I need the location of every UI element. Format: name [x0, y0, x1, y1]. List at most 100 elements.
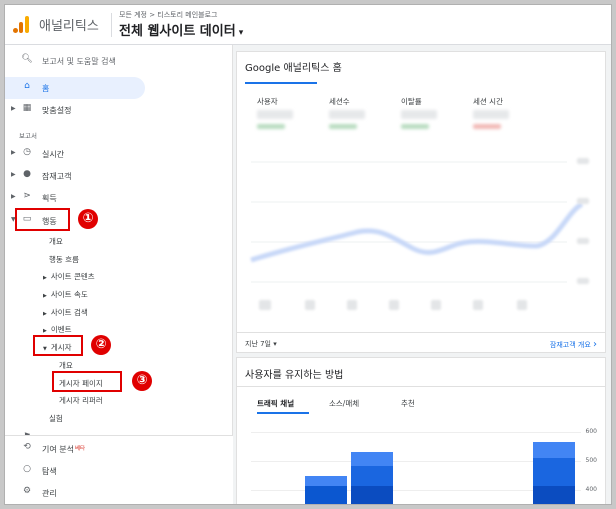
date-range-label: 지난 7일 — [245, 340, 271, 348]
reports-section-label: 보고서 — [19, 132, 37, 140]
home-label: 홈 — [42, 84, 50, 93]
attribution-text: 기여 분석 — [42, 445, 74, 454]
main-content: Google 애널리틱스 홈 사용자 세션수 이탈률 세션 시간 지난 7일 ▾… — [233, 45, 611, 504]
sidebar-subitem-site-speed[interactable]: ▶ 사이트 속도 — [43, 289, 88, 300]
retention-card-title: 사용자를 유지하는 방법 — [245, 370, 344, 381]
events-label: 이벤트 — [50, 325, 72, 334]
sidebar-subitem-site-search[interactable]: ▶ 사이트 검색 — [43, 307, 88, 318]
sidebar-subitem-experiments[interactable]: 실험 — [49, 413, 63, 424]
expand-arrow-icon: ▶ — [43, 293, 47, 299]
expand-arrow-icon: ▶ — [43, 328, 47, 334]
sidebar-subitem-behavior-flow[interactable]: 행동 흐름 — [49, 254, 79, 265]
blurred-change — [473, 124, 501, 129]
sidebar-item-attribution[interactable]: ⟲ 기여 분석베타 — [5, 439, 233, 459]
blurred-change — [257, 124, 285, 129]
sidebar-item-admin[interactable]: ⚙ 관리 — [5, 483, 233, 503]
sidebar-item-realtime[interactable]: ▶ ◷ 실시간 — [5, 144, 233, 164]
home-card: Google 애널리틱스 홈 사용자 세션수 이탈률 세션 시간 지난 7일 ▾… — [236, 51, 606, 353]
gridline — [251, 461, 581, 462]
blurred-change — [329, 124, 357, 129]
sidebar-subitem-site-content[interactable]: ▶ 사이트 콘텐츠 — [43, 271, 95, 282]
sidebar-item-acquisition[interactable]: ▶ ⋗ 획득 — [5, 188, 233, 208]
chevron-down-icon: ▾ — [273, 340, 277, 348]
metric-sessions[interactable]: 세션수 — [329, 96, 350, 107]
sidebar-item-audience[interactable]: ▶ ● 잠재고객 — [5, 166, 233, 186]
property-name: 전체 웹사이트 데이터 — [119, 24, 236, 39]
annotation-box-publisher-pages — [52, 371, 122, 392]
home-icon: ⌂ — [24, 81, 30, 91]
admin-label: 관리 — [42, 489, 57, 498]
sidebar: 🔍︎ 보고서 및 도움말 검색 ⌂ 홈 ▶ ▦ 맞춤설정 보고서 ▶ ◷ 실시간… — [5, 45, 233, 504]
attribution-icon: ⟲ — [23, 442, 31, 452]
sidebar-subitem-events[interactable]: ▶ 이벤트 — [43, 324, 72, 335]
customization-label: 맞춤설정 — [42, 106, 72, 115]
sidebar-item-customization[interactable]: ▶ ▦ 맞춤설정 — [5, 100, 233, 120]
blurred-value — [401, 110, 437, 119]
acquisition-icon: ⋗ — [23, 191, 31, 201]
top-header: 애널리틱스 모든 계정 > 티스토리 메인블로그 전체 웹사이트 데이터 ▾ — [5, 5, 611, 45]
retention-card: 사용자를 유지하는 방법 트래픽 채널 소스/매체 추천 600 500 400 — [236, 357, 606, 504]
y-tick-label: 500 — [585, 457, 597, 464]
bar-segment[interactable] — [351, 486, 393, 504]
sidebar-item-home[interactable]: ⌂ 홈 — [5, 78, 233, 98]
expand-arrow-icon[interactable]: ▶ — [11, 149, 16, 156]
expand-arrow-icon[interactable]: ▶ — [11, 171, 16, 178]
realtime-label: 실시간 — [42, 150, 65, 159]
bar-segment[interactable] — [305, 476, 347, 486]
site-speed-label: 사이트 속도 — [50, 290, 88, 299]
tab-source-medium[interactable]: 소스/매체 — [329, 398, 359, 409]
chevron-right-icon: › — [593, 339, 597, 350]
bar-segment[interactable] — [351, 452, 393, 466]
home-card-underline — [245, 82, 317, 84]
audience-label: 잠재고객 — [42, 172, 72, 181]
y-tick-label: 600 — [585, 428, 597, 435]
metric-users[interactable]: 사용자 — [257, 96, 278, 107]
metric-bounce-rate[interactable]: 이탈률 — [401, 96, 422, 107]
sidebar-subitem-publisher-overview[interactable]: 개요 — [59, 360, 73, 371]
home-card-title: Google 애널리틱스 홈 — [245, 63, 342, 74]
y-tick-label: 400 — [585, 486, 597, 493]
site-content-label: 사이트 콘텐츠 — [50, 272, 95, 281]
blurred-change — [401, 124, 429, 129]
audience-overview-link[interactable]: 잠재고객 개요 › — [550, 339, 597, 350]
analytics-logo-icon[interactable] — [13, 15, 31, 33]
site-search-label: 사이트 검색 — [50, 308, 88, 317]
annotation-number-3: ③ — [132, 371, 152, 391]
bar-segment[interactable] — [533, 442, 575, 458]
annotation-number-1: ① — [78, 209, 98, 229]
annotation-box-publisher — [33, 335, 83, 356]
account-breadcrumb[interactable]: 모든 계정 > 티스토리 메인블로그 — [119, 10, 218, 20]
retention-divider — [237, 386, 605, 387]
sidebar-search[interactable]: 🔍︎ 보고서 및 도움말 검색 — [5, 51, 233, 71]
active-tab-underline — [257, 412, 309, 414]
card-footer-divider — [237, 332, 605, 333]
annotation-box-behavior — [15, 208, 70, 231]
person-icon: ● — [23, 169, 31, 179]
property-selector[interactable]: 전체 웹사이트 데이터 ▾ — [119, 20, 243, 39]
sidebar-subitem-overview[interactable]: 개요 — [49, 236, 63, 247]
expand-arrow-icon[interactable]: ▶ — [11, 193, 16, 200]
metric-session-duration[interactable]: 세션 시간 — [473, 96, 503, 107]
expand-arrow-icon[interactable]: ▶ — [11, 105, 16, 112]
lightbulb-icon: ○ — [23, 464, 31, 474]
tab-traffic-channel[interactable]: 트래픽 채널 — [257, 398, 294, 409]
expand-arrow-icon: ▶ — [43, 311, 47, 317]
beta-badge: 베타 — [74, 446, 86, 452]
date-range-dropdown[interactable]: 지난 7일 ▾ — [245, 339, 277, 349]
blurred-value — [329, 110, 365, 119]
clock-icon: ◷ — [23, 147, 31, 157]
sidebar-item-discover[interactable]: ○ 탐색 — [5, 461, 233, 481]
bar-segment[interactable] — [533, 486, 575, 504]
chevron-down-icon: ▾ — [238, 28, 244, 38]
dashboard-icon: ▦ — [22, 103, 32, 113]
gridline — [251, 432, 581, 433]
audience-overview-label: 잠재고객 개요 — [549, 341, 591, 349]
attribution-label: 기여 분석베타 — [42, 444, 85, 455]
gear-icon: ⚙ — [22, 486, 32, 496]
tab-referrals[interactable]: 추천 — [401, 398, 415, 409]
sidebar-subitem-publisher-referrers[interactable]: 게시자 리퍼러 — [59, 395, 103, 406]
sidebar-bottom: ⟲ 기여 분석베타 ○ 탐색 ⚙ 관리 — [5, 435, 233, 504]
acquisition-label: 획득 — [42, 194, 57, 203]
search-label: 보고서 및 도움말 검색 — [42, 57, 116, 66]
expand-arrow-icon: ▶ — [43, 275, 47, 281]
